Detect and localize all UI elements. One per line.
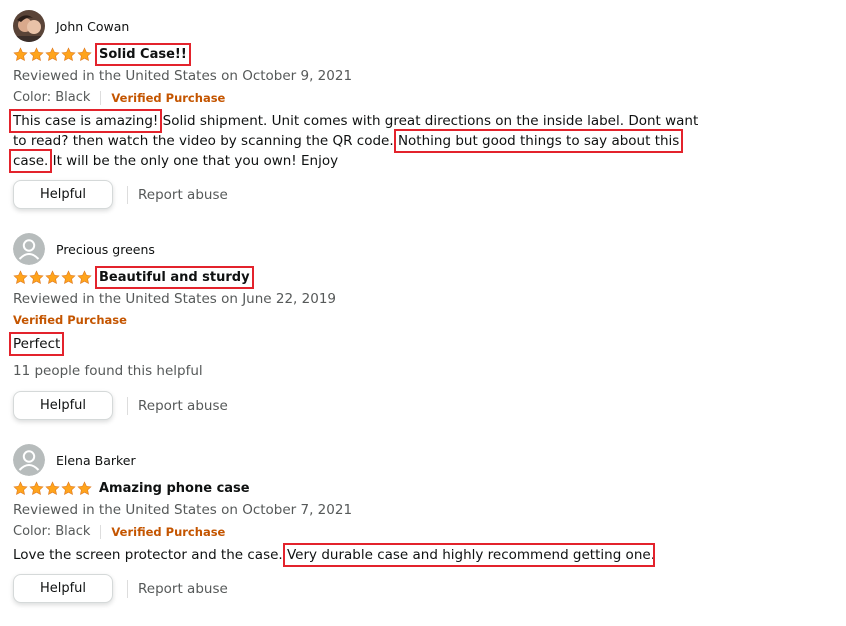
star-icon (77, 481, 92, 496)
rating-row: Beautiful and sturdy (13, 266, 254, 289)
five-star-rating-icon[interactable] (13, 270, 92, 285)
review-actions: Helpful Report abuse (13, 180, 228, 209)
review-text: Love the screen protector and the case. (13, 547, 287, 563)
divider (100, 90, 102, 105)
star-icon (61, 481, 76, 496)
review-attributes: Color: Black Verified Purchase (13, 90, 225, 105)
helpful-button[interactable]: Helpful (13, 574, 113, 603)
divider (100, 524, 102, 539)
star-icon (61, 270, 76, 285)
star-icon (45, 481, 60, 496)
verified-purchase-badge: Verified Purchase (13, 313, 127, 327)
star-icon (77, 270, 92, 285)
review-body: Perfect (8, 332, 703, 356)
review-attributes: Verified Purchase (13, 313, 127, 327)
review-date: Reviewed in the United States on June 22… (13, 291, 336, 307)
review-actions: Helpful Report abuse (13, 574, 228, 603)
reviewer-profile[interactable]: Elena Barker (13, 444, 136, 476)
star-icon (13, 47, 28, 62)
color-variant-link[interactable]: Color: Black (13, 90, 90, 105)
five-star-rating-icon[interactable] (13, 47, 92, 62)
star-icon (61, 47, 76, 62)
verified-purchase-badge: Verified Purchase (111, 90, 226, 105)
five-star-rating-icon[interactable] (13, 481, 92, 496)
divider (127, 579, 128, 598)
divider (127, 185, 128, 204)
review-date: Reviewed in the United States on October… (13, 68, 353, 84)
default-avatar-icon[interactable] (13, 444, 45, 476)
reviewer-profile[interactable]: John Cowan (13, 10, 129, 42)
star-icon (29, 270, 44, 285)
reviewer-name: John Cowan (56, 18, 130, 34)
review-title[interactable]: Solid Case!! (95, 43, 191, 66)
helpful-button[interactable]: Helpful (13, 391, 113, 420)
avatar[interactable] (13, 10, 45, 42)
helpful-count: 11 people found this helpful (13, 363, 203, 379)
color-variant-link[interactable]: Color: Black (13, 524, 90, 539)
review-title[interactable]: Beautiful and sturdy (95, 266, 254, 289)
review-text: . (650, 547, 655, 563)
reviewer-name: Elena Barker (56, 452, 136, 468)
star-icon (77, 47, 92, 62)
star-icon (45, 270, 60, 285)
review-actions: Helpful Report abuse (13, 391, 228, 420)
rating-row: Amazing phone case (13, 481, 250, 496)
verified-purchase-badge: Verified Purchase (111, 524, 226, 539)
review-text: It will be the only one that you own! En… (48, 153, 339, 169)
highlighted-text: Very durable case and highly recommend g… (283, 543, 655, 567)
star-icon (29, 47, 44, 62)
highlighted-text: Perfect (8, 332, 65, 356)
review-body: Love the screen protector and the case. … (13, 543, 703, 567)
report-abuse-link[interactable]: Report abuse (138, 187, 228, 203)
divider (127, 396, 128, 415)
highlighted-text: This case is amazing! (8, 109, 163, 133)
review-body: This case is amazing! Solid shipment. Un… (8, 109, 703, 173)
star-icon (13, 270, 28, 285)
report-abuse-link[interactable]: Report abuse (138, 398, 228, 414)
rating-row: Solid Case!! (13, 43, 191, 66)
reviewer-name: Precious greens (56, 241, 155, 257)
helpful-button[interactable]: Helpful (13, 180, 113, 209)
reviewer-profile[interactable]: Precious greens (13, 233, 155, 265)
star-icon (45, 47, 60, 62)
report-abuse-link[interactable]: Report abuse (138, 581, 228, 597)
star-icon (13, 481, 28, 496)
default-avatar-icon[interactable] (13, 233, 45, 265)
star-icon (29, 481, 44, 496)
review-date: Reviewed in the United States on October… (13, 502, 353, 518)
review-attributes: Color: Black Verified Purchase (13, 524, 225, 539)
review-title[interactable]: Amazing phone case (99, 481, 250, 496)
